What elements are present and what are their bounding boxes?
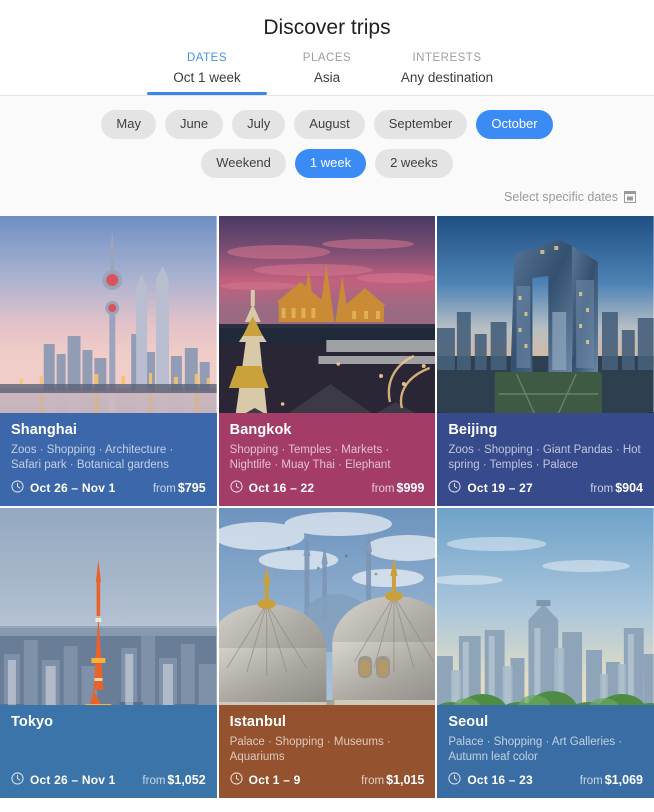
trip-card-shanghai-dates: Oct 26 – Nov 1 [30,480,116,495]
trip-card-tokyo[interactable]: Tokyo Oct 26 – Nov 1 from $1,052 [0,507,217,798]
trip-card-beijing-dates: Oct 19 – 27 [467,480,533,495]
trip-card-bangkok-info: Bangkok Shopping · Temples · Markets · N… [218,412,436,506]
clock-icon [11,480,30,496]
price-value: $999 [396,480,425,495]
clock-icon [11,772,30,788]
trip-card-tokyo-title: Tokyo [11,713,54,730]
trip-card-istanbul-price: from $1,015 [361,773,424,787]
trip-card-istanbul[interactable]: Istanbul Palace · Shopping · Museums · A… [218,507,436,798]
trip-card-tokyo-info: Tokyo Oct 26 – Nov 1 from $1,052 [0,704,217,798]
trip-card-seoul-footer: Oct 16 – 23 from $1,069 [448,772,643,788]
trip-card-shanghai-info: Shanghai Zoos · Shopping · Architecture … [0,412,217,506]
header: Discover trips DATES Oct 1 week PLACES A… [0,0,654,96]
trip-card-shanghai-price: from $795 [153,481,206,495]
trip-card-bangkok[interactable]: Bangkok Shopping · Temples · Markets · N… [218,215,436,506]
trip-card-bangkok-tags: Shopping · Temples · Markets · Nightlife… [229,443,391,472]
price-value: $904 [615,480,643,495]
trip-card-beijing[interactable]: Beijing Zoos · Shopping · Giant Pandas ·… [437,215,654,506]
clock-icon [230,480,249,496]
price-prefix: from [371,482,395,495]
chip-month-may[interactable]: May [101,110,156,139]
trip-card-seoul-info: Seoul Palace · Shopping · Art Galleries … [437,704,654,798]
chip-duration-weekend[interactable]: Weekend [201,148,286,178]
trip-card-beijing-info: Beijing Zoos · Shopping · Giant Pandas ·… [437,412,654,506]
trip-card-beijing-title: Beijing [448,421,498,438]
chip-month-september[interactable]: September [373,110,468,139]
clock-icon [448,480,467,496]
trip-card-seoul-dates: Oct 16 – 23 [467,772,533,787]
trip-card-tokyo-dates: Oct 26 – Nov 1 [30,772,116,787]
trip-card-shanghai[interactable]: Shanghai Zoos · Shopping · Architecture … [0,215,217,506]
duration-chip-row: Weekend 1 week 2 weeks [10,148,644,178]
clock-icon [448,772,467,788]
month-chip-row: May June July August September October [10,110,644,139]
tab-dates-category: DATES [187,52,227,64]
price-prefix: from [579,774,603,787]
chip-month-june[interactable]: June [164,110,224,139]
chip-month-july[interactable]: July [232,110,286,139]
price-value: $795 [177,480,206,495]
chip-month-october[interactable]: October [476,110,553,139]
trip-card-bangkok-dates: Oct 16 – 22 [248,480,315,495]
trip-card-tokyo-tags [11,735,206,766]
trip-card-seoul-price: from $1,069 [580,773,643,787]
chip-duration-1-week[interactable]: 1 week [294,148,367,178]
tab-places-value: Asia [313,70,341,85]
chip-month-august[interactable]: August [294,110,365,139]
trip-card-istanbul-info: Istanbul Palace · Shopping · Museums · A… [218,704,436,798]
trip-card-grid: Shanghai Zoos · Shopping · Architecture … [0,215,654,798]
trip-card-beijing-price: from $904 [590,481,643,495]
clock-icon [230,772,249,788]
trip-card-seoul-title: Seoul [448,713,489,730]
discover-trips-page: Discover trips DATES Oct 1 week PLACES A… [0,0,654,812]
trip-card-istanbul-dates: Oct 1 – 9 [248,772,301,787]
calendar-icon [624,190,636,204]
trip-card-istanbul-title: Istanbul [229,713,287,730]
tab-interests-indicator [387,92,507,95]
trip-card-shanghai-footer: Oct 26 – Nov 1 from $795 [11,480,206,496]
trip-card-shanghai-title: Shanghai [11,421,78,438]
tab-dates-value: Oct 1 week [173,70,241,85]
tab-places-category: PLACES [302,52,352,64]
trip-card-bangkok-title: Bangkok [229,421,292,438]
trip-card-seoul[interactable]: Seoul Palace · Shopping · Art Galleries … [437,507,654,798]
filter-panel: May June July August September October W… [0,96,654,216]
trip-card-shanghai-tags: Zoos · Shopping · Architecture · Safari … [11,443,174,472]
tab-dates[interactable]: DATES Oct 1 week [147,52,267,95]
price-value: $1,052 [167,772,206,787]
trip-card-beijing-tags: Zoos · Shopping · Giant Pandas · Hot spr… [448,443,641,472]
filter-tabs: DATES Oct 1 week PLACES Asia INTERESTS A… [0,52,654,95]
trip-card-tokyo-price: from $1,052 [142,773,205,787]
select-specific-dates-button[interactable]: Select specific dates [10,188,644,210]
trip-card-istanbul-footer: Oct 1 – 9 from $1,015 [230,772,424,788]
tab-interests-category: INTERESTS [412,52,482,64]
tab-interests[interactable]: INTERESTS Any destination [387,52,507,95]
tab-places-indicator [267,92,387,95]
trip-card-bangkok-footer: Oct 16 – 22 from $999 [230,480,425,496]
price-prefix: from [590,482,614,495]
trip-card-beijing-footer: Oct 19 – 27 from $904 [448,480,643,496]
trip-card-seoul-tags: Palace · Shopping · Art Galleries · Autu… [448,735,623,764]
price-value: $1,015 [386,772,425,787]
trip-card-tokyo-footer: Oct 26 – Nov 1 from $1,052 [11,772,206,788]
select-specific-dates-label: Select specific dates [504,189,618,204]
trip-card-bangkok-price: from $999 [372,481,425,495]
price-prefix: from [142,774,166,787]
tab-interests-value: Any destination [400,70,494,85]
tab-places[interactable]: PLACES Asia [267,52,387,95]
price-prefix: from [361,774,385,787]
page-title: Discover trips [263,16,391,39]
trip-card-istanbul-tags: Palace · Shopping · Museums · Aquariums [229,735,391,764]
tab-active-indicator [147,92,267,95]
price-prefix: from [152,482,176,495]
price-value: $1,069 [604,772,643,787]
chip-duration-2-weeks[interactable]: 2 weeks [375,148,453,178]
